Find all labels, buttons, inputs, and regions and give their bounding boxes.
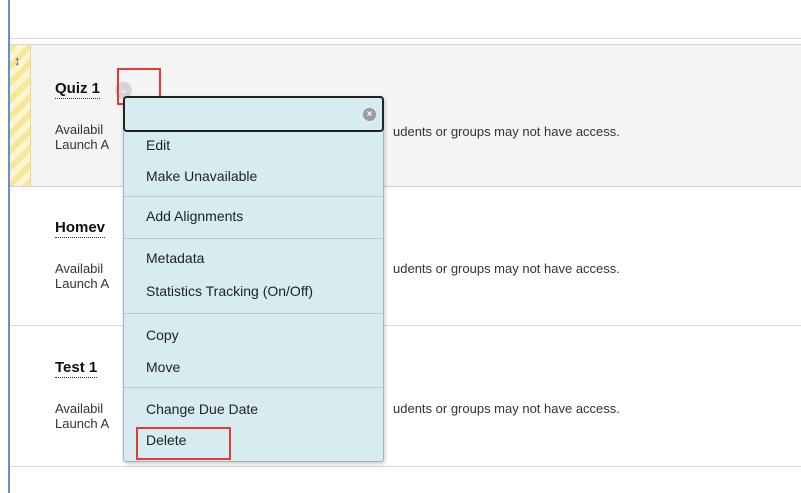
menu-item-add-alignments[interactable]: Add Alignments bbox=[146, 208, 243, 225]
menu-separator bbox=[124, 313, 383, 314]
launch-label: Launch A bbox=[55, 416, 110, 431]
item-meta: Availabil Launch A bbox=[55, 261, 109, 291]
availability-label: Availabil bbox=[55, 401, 104, 416]
top-spacer bbox=[10, 0, 801, 39]
menu-item-make-unavailable[interactable]: Make Unavailable bbox=[146, 168, 257, 185]
access-note: udents or groups may not have access. bbox=[393, 261, 620, 276]
access-note: udents or groups may not have access. bbox=[393, 401, 620, 416]
item-title-test[interactable]: Test 1 bbox=[55, 359, 98, 378]
delete-highlight-box bbox=[136, 427, 231, 460]
drag-handle-icon[interactable]: ↕ bbox=[14, 53, 21, 68]
close-icon[interactable]: × bbox=[363, 108, 376, 121]
menu-header: × bbox=[123, 96, 384, 132]
menu-separator bbox=[124, 196, 383, 197]
availability-label: Availabil bbox=[55, 122, 104, 137]
launch-label: Launch A bbox=[55, 137, 110, 152]
menu-item-statistics-tracking[interactable]: Statistics Tracking (On/Off) bbox=[146, 283, 313, 300]
item-meta: Availabil Launch A bbox=[55, 401, 109, 431]
menu-item-copy[interactable]: Copy bbox=[146, 327, 179, 344]
item-title-homework[interactable]: Homev bbox=[55, 219, 106, 238]
menu-item-metadata[interactable]: Metadata bbox=[146, 250, 204, 267]
context-menu: × Edit Make Unavailable Add Alignments M… bbox=[123, 96, 384, 462]
menu-item-move[interactable]: Move bbox=[146, 359, 180, 376]
launch-label: Launch A bbox=[55, 276, 110, 291]
menu-item-change-due-date[interactable]: Change Due Date bbox=[146, 401, 258, 418]
menu-item-edit[interactable]: Edit bbox=[146, 137, 170, 154]
item-meta: Availabil Launch A bbox=[55, 122, 109, 152]
menu-separator bbox=[124, 387, 383, 388]
drag-strip[interactable]: ↕ bbox=[10, 45, 31, 186]
availability-label: Availabil bbox=[55, 261, 104, 276]
item-title-quiz[interactable]: Quiz 1 bbox=[55, 80, 101, 99]
access-note: udents or groups may not have access. bbox=[393, 124, 620, 139]
menu-separator bbox=[124, 238, 383, 239]
